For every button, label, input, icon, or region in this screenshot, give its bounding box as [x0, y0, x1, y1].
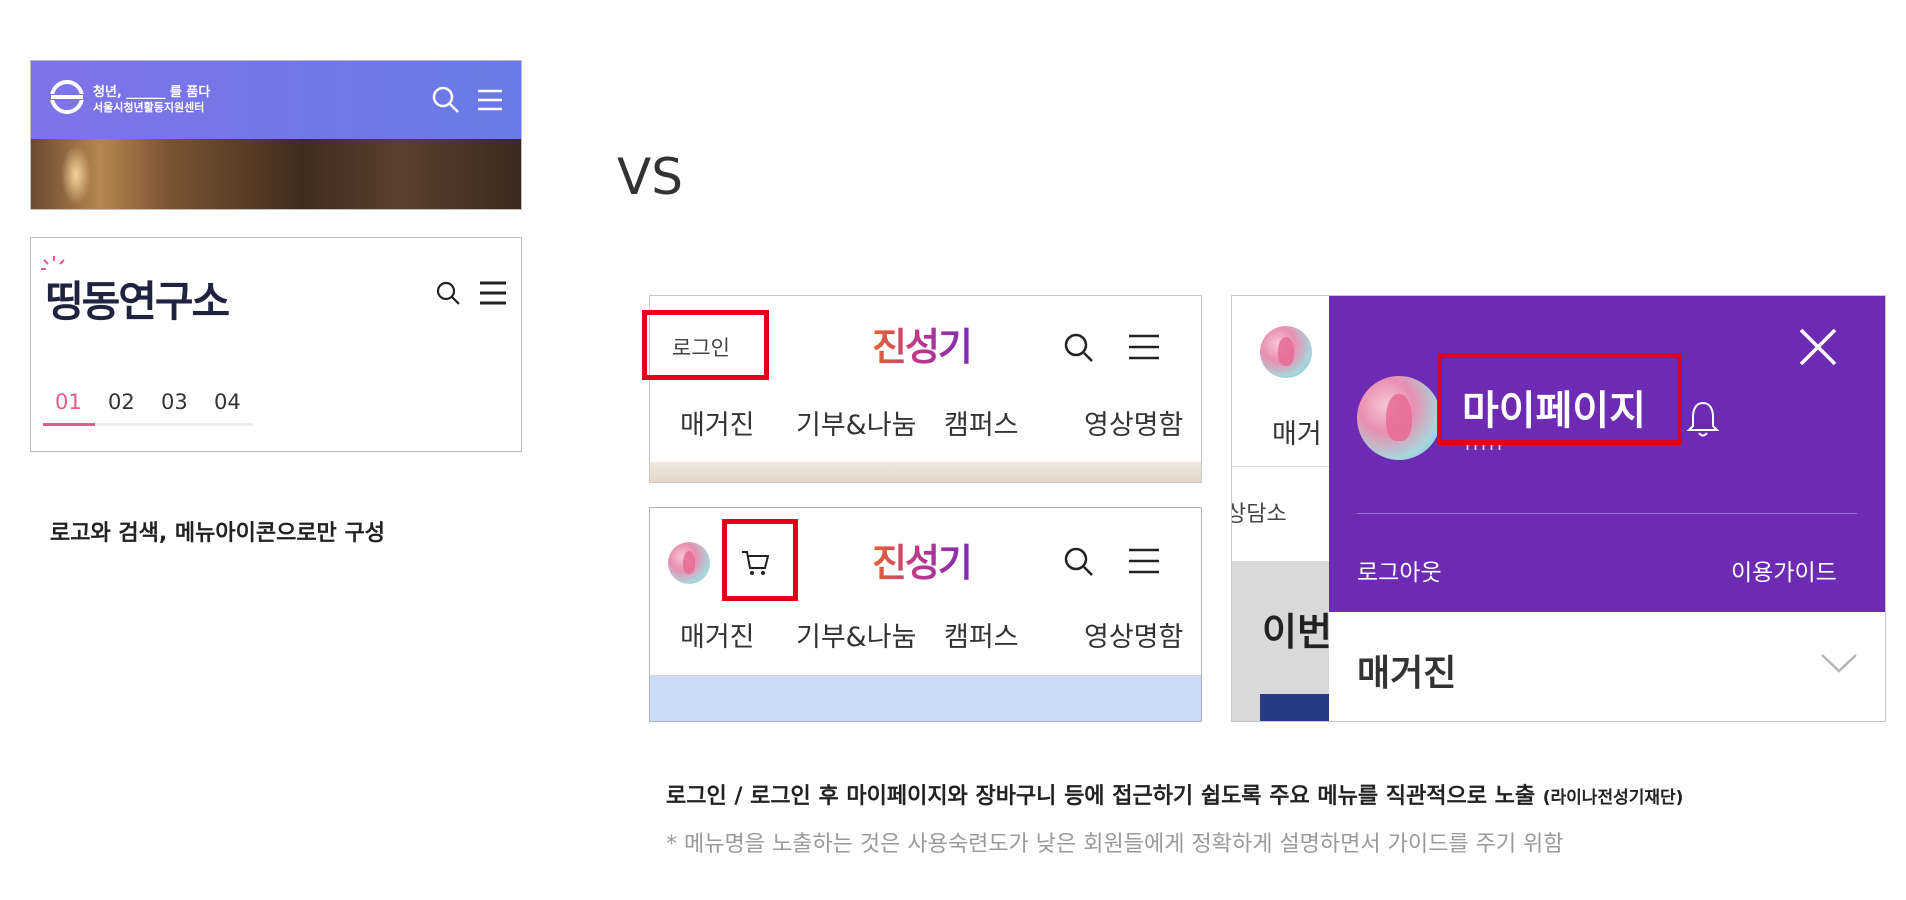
close-icon[interactable]: [1797, 326, 1839, 368]
tab-04[interactable]: 04: [214, 390, 241, 414]
nav-video-card[interactable]: 영상명함: [1084, 403, 1183, 442]
hamburger-menu-icon[interactable]: [1128, 332, 1160, 362]
search-icon[interactable]: [431, 85, 461, 115]
chevron-down-icon[interactable]: [1819, 651, 1859, 675]
content-strip: [650, 462, 1201, 482]
guide-link[interactable]: 이용가이드: [1731, 553, 1837, 587]
nav-campus[interactable]: 캠퍼스: [944, 615, 1019, 654]
highlight-login: [642, 310, 769, 380]
caption-note: * 메뉴명을 노출하는 것은 사용숙련도가 낮은 회원들에게 정확하게 설명하면…: [666, 832, 1564, 857]
tab-01[interactable]: 01: [55, 390, 82, 414]
caption-main: 로그인 / 로그인 후 마이페이지와 장바구니 등에 접근하기 쉽도록 주요 메…: [666, 778, 1683, 810]
hero-photo: [31, 139, 521, 209]
vs-label: VS: [617, 148, 683, 206]
youth-logo-icon[interactable]: [47, 77, 87, 117]
hamburger-menu-icon[interactable]: [476, 87, 504, 113]
behind-headline: 이번: [1262, 610, 1332, 654]
search-icon[interactable]: [1063, 332, 1095, 364]
bell-icon[interactable]: [1685, 399, 1721, 439]
drawer-menu-magazine[interactable]: 매거진: [1357, 644, 1456, 696]
nav-video-card[interactable]: 영상명함: [1084, 615, 1183, 654]
jeonsunggi-logo[interactable]: 진성기: [872, 316, 973, 371]
content-banner: [650, 676, 1201, 721]
highlight-mypage: [1437, 353, 1682, 445]
tab-active-indicator: [43, 423, 95, 426]
hamburger-menu-icon[interactable]: [479, 280, 507, 306]
ddingdong-logo[interactable]: 띵동연구소: [45, 268, 230, 329]
avatar: [1260, 326, 1312, 378]
nav-magazine[interactable]: 매거진: [680, 403, 755, 442]
caption-main-source: (라이나전성기재단): [1542, 788, 1684, 808]
behind-divider: [1232, 466, 1332, 467]
jeonsunggi-logo[interactable]: 진성기: [872, 532, 973, 587]
youth-logo-line2: 서울시청년활동지원센터: [93, 101, 205, 114]
behind-side-menu: 상담소: [1231, 502, 1287, 527]
nav-donation[interactable]: 기부&나눔: [796, 403, 916, 442]
panel-ddingdong: 띵동연구소 01 02 03 04: [30, 237, 522, 452]
youth-logo-line1: 청년, ______ 를 품다: [93, 85, 211, 100]
search-icon[interactable]: [1063, 546, 1095, 578]
drawer-divider: [1357, 513, 1857, 514]
panel-youth-center: 청년, ______ 를 품다 서울시청년활동지원센터: [30, 60, 522, 210]
behind-nav-item: 매거: [1272, 419, 1322, 450]
avatar[interactable]: [668, 542, 710, 584]
caption-main-text: 로그인 / 로그인 후 마이페이지와 장바구니 등에 접근하기 쉽도록 주요 메…: [666, 784, 1536, 809]
hamburger-menu-icon[interactable]: [1128, 546, 1160, 576]
behind-blue-tag: [1260, 694, 1332, 721]
caption-left: 로고와 검색, 메뉴아이콘으로만 구성: [50, 521, 385, 546]
drawer-avatar[interactable]: [1357, 376, 1441, 460]
nav-donation[interactable]: 기부&나눔: [796, 615, 916, 654]
logout-link[interactable]: 로그아웃: [1357, 553, 1442, 587]
highlight-cart: [722, 519, 798, 601]
nav-magazine[interactable]: 매거진: [680, 615, 755, 654]
nav-campus[interactable]: 캠퍼스: [944, 403, 1019, 442]
tab-03[interactable]: 03: [161, 390, 188, 414]
tab-02[interactable]: 02: [108, 390, 135, 414]
search-icon[interactable]: [435, 280, 461, 306]
